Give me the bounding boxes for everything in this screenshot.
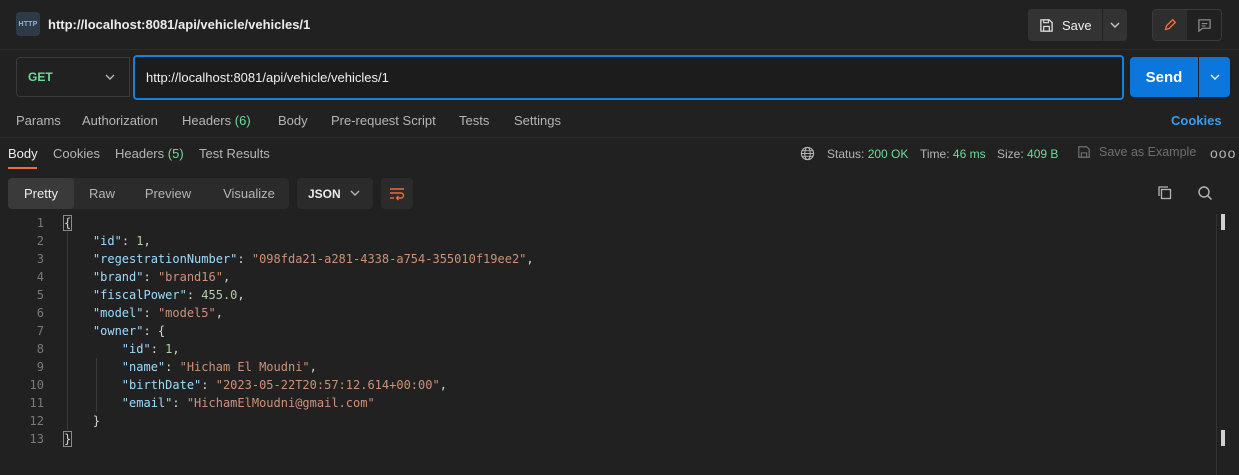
code-line: 1{ (36, 215, 73, 231)
pencil-icon (1164, 18, 1177, 31)
http-icon: HTTP (16, 12, 40, 36)
raw-button[interactable]: Raw (78, 178, 126, 209)
more-options-button[interactable]: ooo (1210, 145, 1236, 161)
scrollbar-marker (1221, 214, 1225, 230)
code-line: 2 "id": 1, (36, 234, 151, 248)
code-line: 5 "fiscalPower": 455.0, (36, 288, 245, 302)
tab-tests[interactable]: Tests (459, 113, 489, 128)
code-line: 10 "birthDate": "2023-05-22T20:57:12.614… (29, 378, 447, 392)
save-options-button[interactable] (1103, 9, 1127, 41)
size-info: Size: 409 B (997, 147, 1059, 161)
comment-icon (1197, 19, 1211, 32)
tab-pre-request-script[interactable]: Pre-request Script (331, 113, 436, 128)
preview-button[interactable]: Preview (134, 178, 202, 209)
save-icon (1040, 18, 1053, 32)
scrollbar-marker (1221, 430, 1225, 446)
top-bar: HTTP http://localhost:8081/api/vehicle/v… (0, 0, 1239, 50)
language-select[interactable]: JSON (297, 178, 373, 209)
search-icon[interactable] (1197, 185, 1213, 201)
response-tab-cookies[interactable]: Cookies (53, 146, 100, 161)
save-icon (1078, 146, 1090, 158)
response-tab-headers[interactable]: Headers (5) (115, 146, 184, 161)
status-info: Status: 200 OK (827, 147, 909, 161)
code-line: 11 "email": "HichamElMoudni@gmail.com" (29, 396, 375, 410)
comments-button[interactable] (1187, 10, 1221, 40)
request-title[interactable]: http://localhost:8081/api/vehicle/vehicl… (48, 17, 310, 32)
divider (0, 137, 1239, 138)
code-line: 8 "id": 1, (36, 342, 180, 356)
method-select[interactable]: GET (16, 57, 130, 97)
send-options-button[interactable] (1199, 57, 1230, 97)
save-label: Save (1062, 17, 1092, 33)
status-value: 200 OK (867, 147, 909, 161)
time-value: 46 ms (952, 147, 986, 161)
code-line: 4 "brand": "brand16", (36, 270, 231, 284)
send-button[interactable]: Send (1130, 57, 1198, 97)
method-label: GET (28, 70, 53, 84)
code-line: 7 "owner": { (36, 324, 166, 338)
time-info: Time: 46 ms (920, 147, 986, 161)
response-tab-body[interactable]: Body (8, 146, 38, 161)
tab-headers[interactable]: Headers (6) (182, 113, 251, 128)
code-line: 6 "model": "model5", (36, 306, 223, 320)
scrollbar-track[interactable] (1216, 214, 1217, 475)
code-line: 13} (29, 431, 73, 447)
wrap-icon (390, 187, 405, 200)
code-line: 12 } (29, 414, 101, 428)
response-tab-test-results[interactable]: Test Results (199, 146, 270, 161)
code-line: 9 "name": "Hicham El Moudni", (36, 360, 317, 374)
edit-mode-button[interactable] (1153, 10, 1187, 40)
cookies-link[interactable]: Cookies (1171, 113, 1222, 128)
pretty-button[interactable]: Pretty (8, 178, 74, 209)
chevron-down-icon (350, 190, 360, 196)
size-value: 409 B (1027, 147, 1059, 161)
save-as-example-button[interactable]: Save as Example (1077, 145, 1196, 159)
tab-settings[interactable]: Settings (514, 113, 561, 128)
tab-params[interactable]: Params (16, 113, 61, 128)
chevron-down-icon (1210, 74, 1219, 80)
language-label: JSON (308, 186, 341, 201)
code-line: 3 "regestrationNumber": "098fda21-a281-4… (36, 252, 534, 266)
copy-icon[interactable] (1157, 185, 1173, 201)
response-body-editor[interactable]: 1{ 2 "id": 1, 3 "regestrationNumber": "0… (0, 214, 1239, 475)
chevron-down-icon (105, 74, 115, 80)
visualize-button[interactable]: Visualize (212, 178, 286, 209)
save-button[interactable]: Save (1028, 9, 1102, 41)
view-mode-toggle (1152, 9, 1222, 41)
wrap-lines-button[interactable] (381, 178, 413, 209)
globe-icon[interactable] (800, 146, 815, 161)
active-tab-indicator (8, 167, 37, 169)
chevron-down-icon (1110, 22, 1120, 28)
format-toggle: Pretty Raw Preview Visualize (8, 178, 289, 209)
url-input[interactable] (133, 55, 1124, 100)
tab-body[interactable]: Body (278, 113, 308, 128)
tab-authorization[interactable]: Authorization (82, 113, 158, 128)
